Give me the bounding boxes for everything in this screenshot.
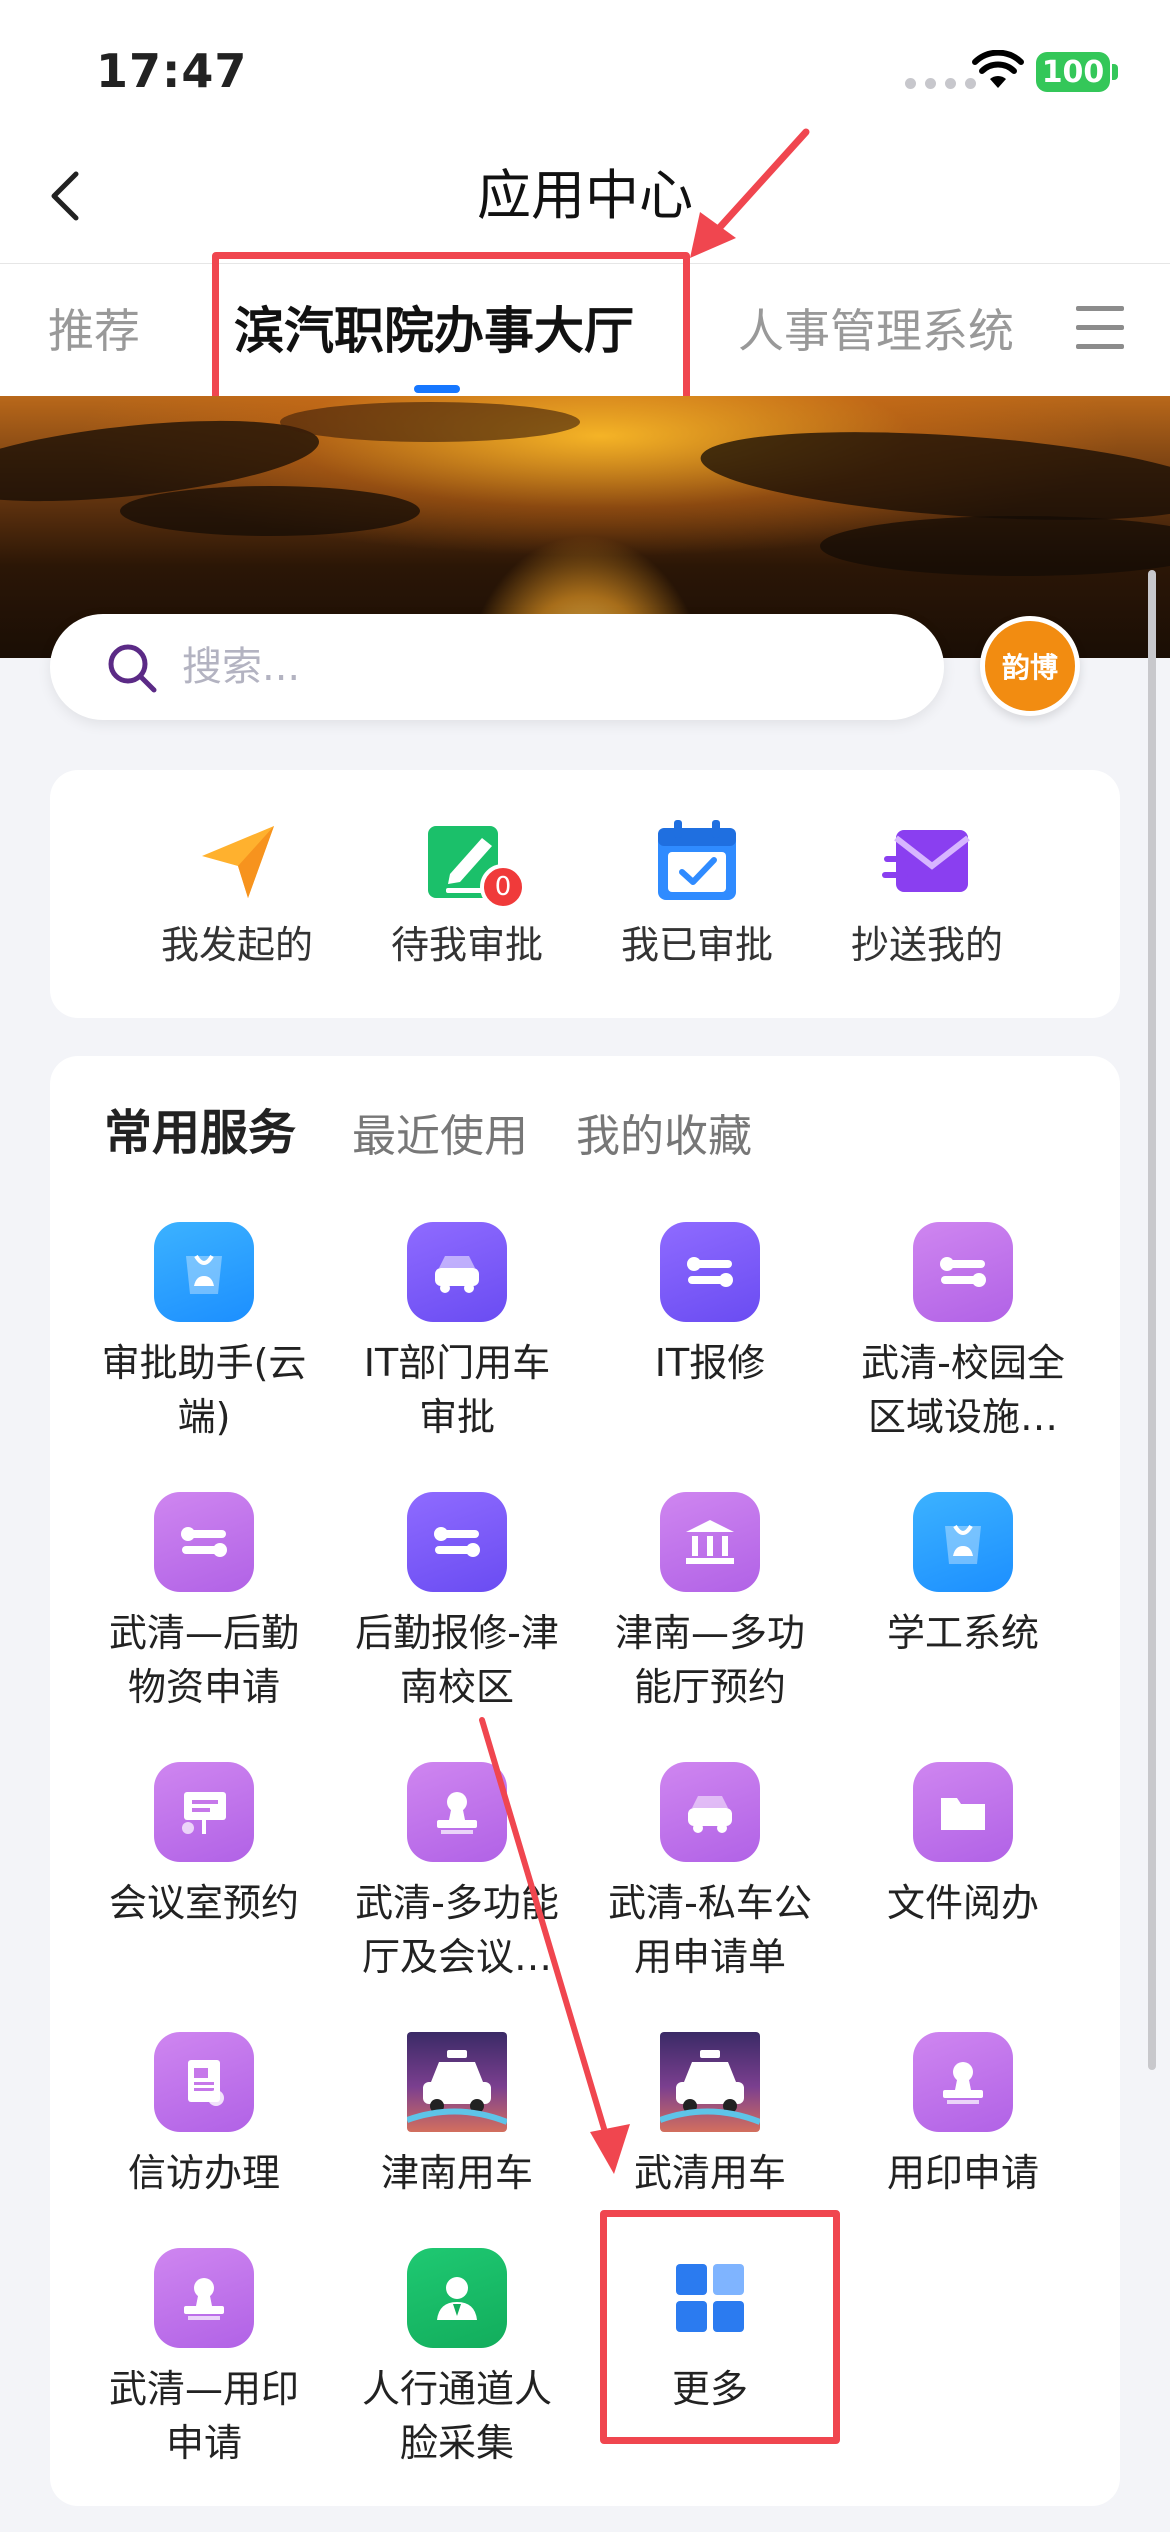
app-label: 信访办理: [127, 2151, 280, 2195]
status-time: 17:47: [96, 44, 248, 98]
app-face-collection[interactable]: 人行通道人脸采集: [337, 2248, 577, 2470]
send-icon: [192, 816, 282, 906]
app-wuqing-logistics-supplies[interactable]: 武清—后勤物资申请: [84, 1492, 324, 1714]
app-label: 后勤报修-津南校区: [355, 1611, 559, 1709]
app-label: 武清—后勤物资申请: [108, 1611, 299, 1709]
app-label: 人行通道人脸采集: [361, 2367, 552, 2465]
battery-indicator: 100: [1036, 52, 1110, 92]
search-input[interactable]: 搜索...: [182, 634, 300, 700]
avatar[interactable]: 韵博: [980, 616, 1080, 716]
signal-icon: [905, 78, 976, 89]
app-label: 津南用车: [380, 2151, 533, 2195]
folder-icon: [913, 1762, 1013, 1862]
app-wuqing-campus-facility[interactable]: 武清-校园全区域设施…: [843, 1222, 1083, 1444]
tab-recommend[interactable]: 推荐: [48, 296, 140, 366]
app-label: 用印申请: [886, 2151, 1039, 2195]
app-label: 审批助手(云端): [101, 1341, 307, 1439]
wrench-icon: [660, 1222, 760, 1322]
wrench-icon: [913, 1222, 1013, 1322]
document-icon: [154, 2032, 254, 2132]
stamp-icon: [913, 2032, 1013, 2132]
stamp-icon: [407, 1762, 507, 1862]
app-meeting-room-booking[interactable]: 会议室预约: [84, 1762, 324, 1930]
car-icon: [407, 1222, 507, 1322]
wifi-icon: [972, 50, 1024, 88]
app-logistics-repair-jinnan[interactable]: 后勤报修-津南校区: [337, 1492, 577, 1714]
pending-count-badge: 0: [480, 864, 526, 910]
approval-initiated[interactable]: 我发起的: [137, 816, 337, 972]
app-label: 武清-私车公用申请单: [608, 1881, 812, 1979]
tab-my-favorites[interactable]: 我的收藏: [576, 1104, 752, 1170]
app-petition-handling[interactable]: 信访办理: [84, 2032, 324, 2200]
app-label: IT部门用车审批: [363, 1341, 551, 1439]
wrench-icon: [407, 1492, 507, 1592]
scrollbar[interactable]: [1148, 570, 1156, 2070]
app-student-system[interactable]: 学工系统: [843, 1492, 1083, 1660]
bag-icon: [913, 1492, 1013, 1592]
approval-done[interactable]: 我已审批: [597, 816, 797, 972]
tab-hr-system[interactable]: 人事管理系统: [738, 296, 1014, 366]
app-label: 武清用车: [633, 2151, 786, 2195]
approval-cc-label: 抄送我的: [850, 923, 1003, 967]
taxi-icon: [660, 2032, 760, 2132]
approval-pending-label: 待我审批: [390, 923, 543, 967]
stamp-icon: [154, 2248, 254, 2348]
presentation-icon: [154, 1762, 254, 1862]
app-wuqing-car[interactable]: 武清用车: [590, 2032, 830, 2200]
page-title: 应用中心: [477, 164, 693, 227]
app-label: 会议室预约: [108, 1881, 299, 1925]
app-approval-assistant[interactable]: 审批助手(云端): [84, 1222, 324, 1444]
search-icon: [108, 644, 157, 693]
app-jinnan-hall-booking[interactable]: 津南—多功能厅预约: [590, 1492, 830, 1714]
approval-done-label: 我已审批: [620, 923, 773, 967]
car-icon: [660, 1762, 760, 1862]
calendar-check-icon: [652, 816, 742, 906]
bag-icon: [154, 1222, 254, 1322]
tab-recently-used[interactable]: 最近使用: [352, 1104, 528, 1170]
approval-pending[interactable]: 0 待我审批: [367, 816, 567, 972]
app-document-review[interactable]: 文件阅办: [843, 1762, 1083, 1930]
annotation-highlight-tab: [212, 252, 690, 406]
wrench-icon: [154, 1492, 254, 1592]
approval-initiated-label: 我发起的: [160, 923, 313, 967]
app-it-repair[interactable]: IT报修: [590, 1222, 830, 1390]
app-wuqing-private-car[interactable]: 武清-私车公用申请单: [590, 1762, 830, 1984]
app-jinnan-car[interactable]: 津南用车: [337, 2032, 577, 2200]
app-label: 武清—用印申请: [108, 2367, 299, 2465]
app-label: 津南—多功能厅预约: [614, 1611, 805, 1709]
app-wuqing-hall-meeting[interactable]: 武清-多功能厅及会议…: [337, 1762, 577, 1984]
approval-cc[interactable]: 抄送我的: [827, 816, 1027, 972]
app-it-car-approval[interactable]: IT部门用车审批: [337, 1222, 577, 1444]
bank-icon: [660, 1492, 760, 1592]
app-label: 学工系统: [886, 1611, 1039, 1655]
app-label: IT报修: [654, 1341, 766, 1385]
battery-tip: [1112, 64, 1118, 80]
app-label: 武清-多功能厅及会议…: [355, 1881, 559, 1979]
edit-icon: 0: [422, 816, 526, 910]
app-wuqing-seal-application[interactable]: 武清—用印申请: [84, 2248, 324, 2470]
annotation-highlight-more: [600, 2210, 840, 2444]
person-icon: [407, 2248, 507, 2348]
app-label: 武清-校园全区域设施…: [861, 1341, 1065, 1439]
taxi-icon: [407, 2032, 507, 2132]
tab-frequent-services[interactable]: 常用服务: [104, 1100, 296, 1166]
app-label: 文件阅办: [886, 1881, 1039, 1925]
menu-icon[interactable]: [1076, 306, 1124, 354]
mail-icon: [882, 816, 972, 906]
app-seal-application[interactable]: 用印申请: [843, 2032, 1083, 2200]
